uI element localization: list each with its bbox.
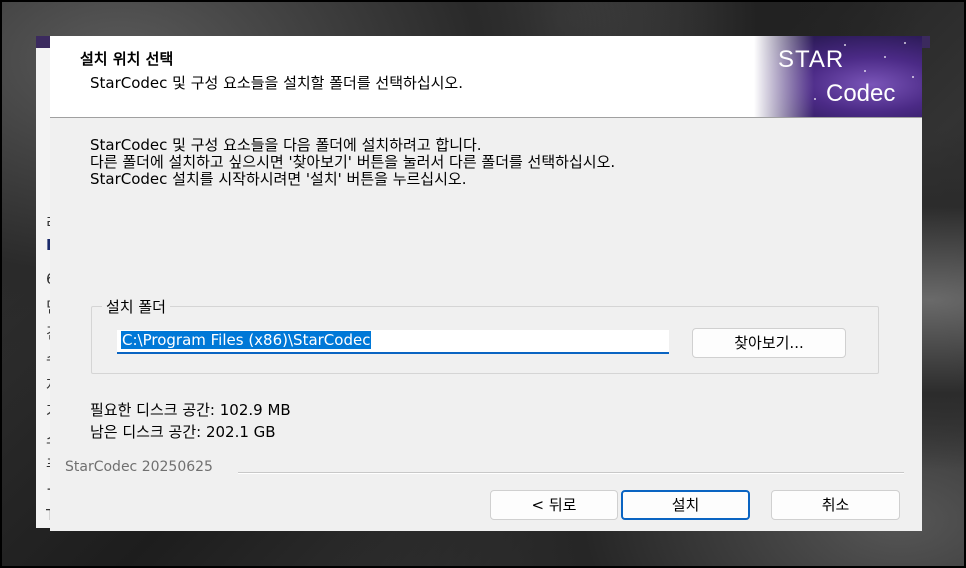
back-button[interactable]: < 뒤로 bbox=[490, 490, 618, 520]
install-path-input[interactable]: C:\Program Files (x86)\StarCodec bbox=[117, 330, 669, 354]
install-button[interactable]: 설치 bbox=[621, 490, 750, 520]
starcodec-logo: STAR Codec bbox=[754, 36, 922, 117]
sparkle bbox=[912, 76, 914, 78]
instruction-line: StarCodec 설치를 시작하시려면 '설치' 버튼을 누르십시오. bbox=[90, 170, 467, 188]
browse-button[interactable]: 찾아보기... bbox=[692, 328, 846, 358]
sparkle bbox=[904, 42, 906, 44]
sparkle bbox=[844, 44, 846, 46]
space-required: 필요한 디스크 공간: 102.9 MB bbox=[90, 401, 291, 419]
background-window: 리 D 6 딘 견 수 저 가 소 푸 + T bbox=[36, 36, 52, 528]
installer-dialog: 설치 위치 선택 StarCodec 및 구성 요소들을 설치할 폴더를 선택하… bbox=[50, 36, 922, 531]
sparkle bbox=[884, 56, 886, 58]
cancel-button[interactable]: 취소 bbox=[771, 490, 900, 520]
dialog-header: 설치 위치 선택 StarCodec 및 구성 요소들을 설치할 폴더를 선택하… bbox=[50, 36, 922, 118]
logo-star-text: STAR bbox=[778, 46, 845, 73]
sparkle bbox=[864, 70, 866, 72]
logo-codec-text: Codec bbox=[826, 80, 896, 107]
install-folder-label: 설치 폴더 bbox=[102, 296, 170, 317]
instruction-line: 다른 폴더에 설치하고 싶으시면 '찾아보기' 버튼을 눌러서 다른 폴더를 선… bbox=[90, 153, 616, 171]
header-subtitle: StarCodec 및 구성 요소들을 설치할 폴더를 선택하십시오. bbox=[90, 74, 463, 92]
instruction-line: StarCodec 및 구성 요소들을 다음 폴더에 설치하려고 합니다. bbox=[90, 136, 482, 154]
sparkle bbox=[814, 98, 816, 100]
instructions: StarCodec 및 구성 요소들을 다음 폴더에 설치하려고 합니다. 다른… bbox=[90, 137, 615, 188]
branding-text: StarCodec 20250625 bbox=[65, 459, 213, 475]
disk-space-info: 필요한 디스크 공간: 102.9 MB 남은 디스크 공간: 202.1 GB bbox=[90, 399, 291, 443]
footer-divider bbox=[238, 472, 904, 474]
space-available: 남은 디스크 공간: 202.1 GB bbox=[90, 423, 276, 441]
install-path-selected-text: C:\Program Files (x86)\StarCodec bbox=[121, 331, 372, 349]
header-title: 설치 위치 선택 bbox=[80, 50, 174, 68]
